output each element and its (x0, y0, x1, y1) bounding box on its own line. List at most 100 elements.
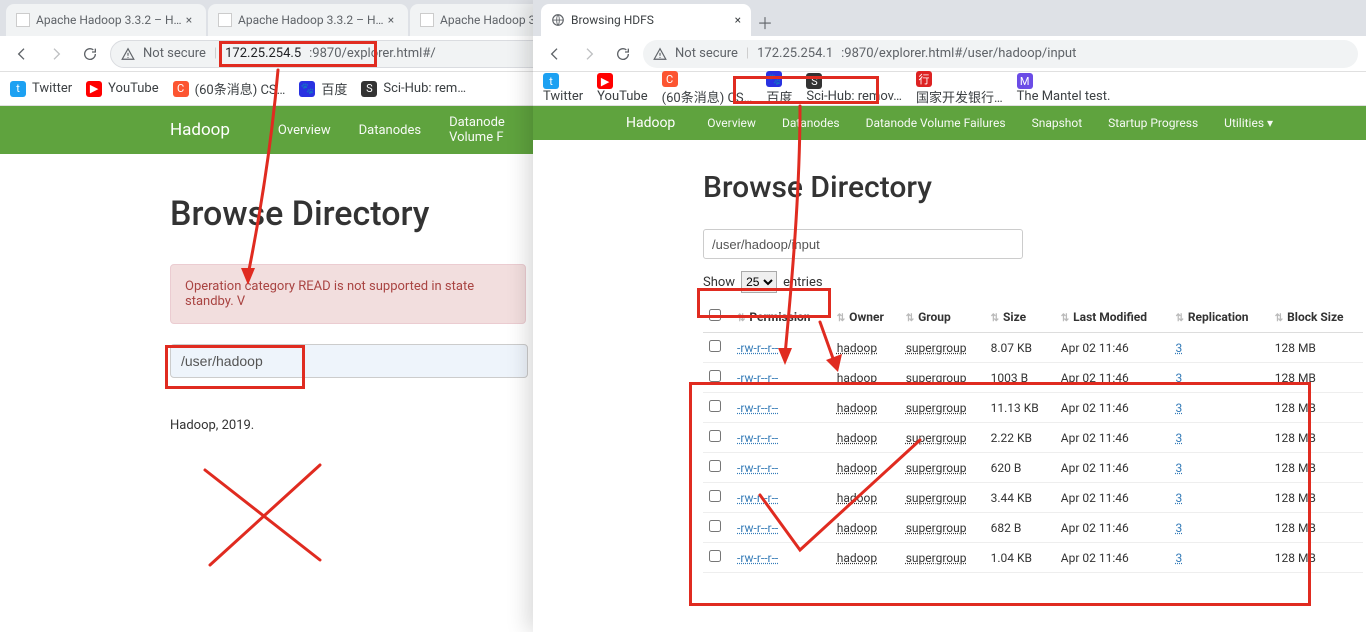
close-icon[interactable]: × (735, 13, 741, 27)
owner-value: hadoop (837, 521, 877, 535)
replication-link[interactable]: 3 (1175, 491, 1182, 505)
csdn-icon: C (173, 81, 189, 97)
row-checkbox[interactable] (709, 430, 721, 442)
overlay-omnibox[interactable]: Not secure | 172.25.254.1:9870/explorer.… (643, 40, 1358, 68)
replication-link[interactable]: 3 (1175, 521, 1182, 535)
reload-button[interactable] (609, 40, 637, 68)
nav-datanode-volume-failures[interactable]: Datanode Volume Failures (866, 116, 1006, 130)
permission-link[interactable]: -rw-r--r-- (737, 461, 778, 475)
bookmark-bank[interactable]: 行国家开发银行… (916, 71, 1003, 106)
entries-select[interactable]: 25 (741, 271, 777, 293)
path-input[interactable] (170, 344, 528, 378)
select-all-checkbox[interactable] (709, 309, 721, 321)
permission-link[interactable]: -rw-r--r-- (737, 491, 778, 505)
bookmark-csdn[interactable]: C(60条消息) CS… (173, 79, 286, 98)
overlay-tab-strip: Browsing HDFS × ＋ (533, 0, 1366, 36)
col-size[interactable]: ⇅Size (985, 301, 1055, 333)
sort-icon: ⇅ (1175, 313, 1183, 324)
replication-link[interactable]: 3 (1175, 401, 1182, 415)
nav-datanodes[interactable]: Datanodes (359, 123, 421, 138)
col-group[interactable]: ⇅Group (900, 301, 985, 333)
replication-link[interactable]: 3 (1175, 551, 1182, 565)
hadoop-brand[interactable]: Hadoop (626, 115, 675, 131)
overlay-new-tab[interactable]: ＋ (751, 8, 779, 36)
tab-title: Apache Hadoop 3.3.2 – H… (36, 13, 182, 27)
owner-value: hadoop (837, 491, 877, 505)
hadoop-favicon (16, 13, 30, 27)
col-replication[interactable]: ⇅Replication (1169, 301, 1268, 333)
baidu-icon: 🐾 (766, 71, 782, 87)
row-checkbox[interactable] (709, 460, 721, 472)
back-button[interactable] (541, 40, 569, 68)
not-secure-label: Not secure (143, 46, 206, 61)
overlay-bookmarks-bar: tTwitter ▶YouTube C(60条消息) CS… 🐾百度 SSci-… (533, 72, 1366, 106)
twitter-icon: t (543, 73, 559, 89)
hadoop-brand[interactable]: Hadoop (170, 120, 230, 140)
browser-tab[interactable]: Apache Hadoop 3.3.2 – H… × (6, 4, 206, 36)
blocksize-value: 128 MB (1269, 543, 1363, 573)
replication-link[interactable]: 3 (1175, 371, 1182, 385)
permission-link[interactable]: -rw-r--r-- (737, 341, 778, 355)
replication-link[interactable]: 3 (1175, 461, 1182, 475)
tab-title: Apache Hadoop 3.3.2 – H… (238, 13, 384, 27)
sort-icon: ⇅ (837, 313, 845, 324)
youtube-icon: ▶ (86, 81, 102, 97)
col-modified[interactable]: ⇅Last Modified (1055, 301, 1170, 333)
row-checkbox[interactable] (709, 400, 721, 412)
nav-snapshot[interactable]: Snapshot (1032, 116, 1083, 130)
replication-link[interactable]: 3 (1175, 431, 1182, 445)
table-row: -rw-r--r--hadoopsupergroup2.22 KBApr 02 … (703, 423, 1363, 453)
permission-link[interactable]: -rw-r--r-- (737, 371, 778, 385)
row-checkbox[interactable] (709, 370, 721, 382)
permission-link[interactable]: -rw-r--r-- (737, 551, 778, 565)
col-permission[interactable]: ⇅Permission (731, 301, 831, 333)
group-value: supergroup (906, 521, 967, 535)
bookmark-youtube[interactable]: ▶YouTube (597, 73, 648, 104)
permission-link[interactable]: -rw-r--r-- (737, 521, 778, 535)
permission-link[interactable]: -rw-r--r-- (737, 431, 778, 445)
scihub-icon: S (806, 73, 822, 89)
bookmark-baidu[interactable]: 🐾百度 (766, 71, 792, 106)
bookmark-twitter[interactable]: tTwitter (10, 81, 72, 97)
nav-overview[interactable]: Overview (707, 116, 756, 130)
replication-link[interactable]: 3 (1175, 341, 1182, 355)
nav-utilities[interactable]: Utilities ▾ (1224, 116, 1273, 130)
bookmark-scihub[interactable]: SSci-Hub: remov… (806, 73, 902, 104)
browser-tab[interactable]: Apache Hadoop 3.3.2 – H… × (208, 4, 408, 36)
bookmark-twitter[interactable]: tTwitter (543, 73, 583, 104)
nav-overview[interactable]: Overview (278, 123, 331, 138)
close-icon[interactable]: × (384, 13, 398, 27)
modified-value: Apr 02 11:46 (1055, 423, 1170, 453)
permission-link[interactable]: -rw-r--r-- (737, 401, 778, 415)
nav-datanodes[interactable]: Datanodes (782, 116, 840, 130)
back-button[interactable] (8, 40, 36, 68)
bookmark-youtube[interactable]: ▶YouTube (86, 81, 159, 97)
twitter-icon: t (10, 81, 26, 97)
path-input[interactable] (703, 229, 1023, 259)
row-checkbox[interactable] (709, 520, 721, 532)
group-value: supergroup (906, 461, 967, 475)
owner-value: hadoop (837, 551, 877, 565)
bookmark-mantel[interactable]: MThe Mantel test. (1017, 73, 1111, 104)
bookmark-scihub[interactable]: SSci-Hub: rem… (361, 81, 466, 97)
row-checkbox[interactable] (709, 490, 721, 502)
col-owner[interactable]: ⇅Owner (831, 301, 900, 333)
warning-icon (121, 47, 135, 61)
col-checkbox[interactable] (703, 301, 731, 333)
nav-startup-progress[interactable]: Startup Progress (1108, 116, 1198, 130)
warning-icon (653, 47, 667, 61)
close-icon[interactable]: × (182, 13, 196, 27)
nav-datanode-volume-failures[interactable]: Datanode Volume F (449, 115, 505, 145)
size-value: 682 B (985, 513, 1055, 543)
forward-button[interactable] (42, 40, 70, 68)
footer: Hadoop, 2019. (170, 418, 533, 433)
reload-button[interactable] (76, 40, 104, 68)
col-blocksize[interactable]: ⇅Block Size (1269, 301, 1363, 333)
row-checkbox[interactable] (709, 340, 721, 352)
active-window: Browsing HDFS × ＋ Not secure | 172.25.25… (533, 0, 1366, 632)
row-checkbox[interactable] (709, 550, 721, 562)
bookmark-baidu[interactable]: 🐾百度 (299, 79, 347, 98)
bookmark-csdn[interactable]: C(60条消息) CS… (662, 71, 753, 106)
overlay-tab[interactable]: Browsing HDFS × (541, 4, 751, 36)
forward-button[interactable] (575, 40, 603, 68)
